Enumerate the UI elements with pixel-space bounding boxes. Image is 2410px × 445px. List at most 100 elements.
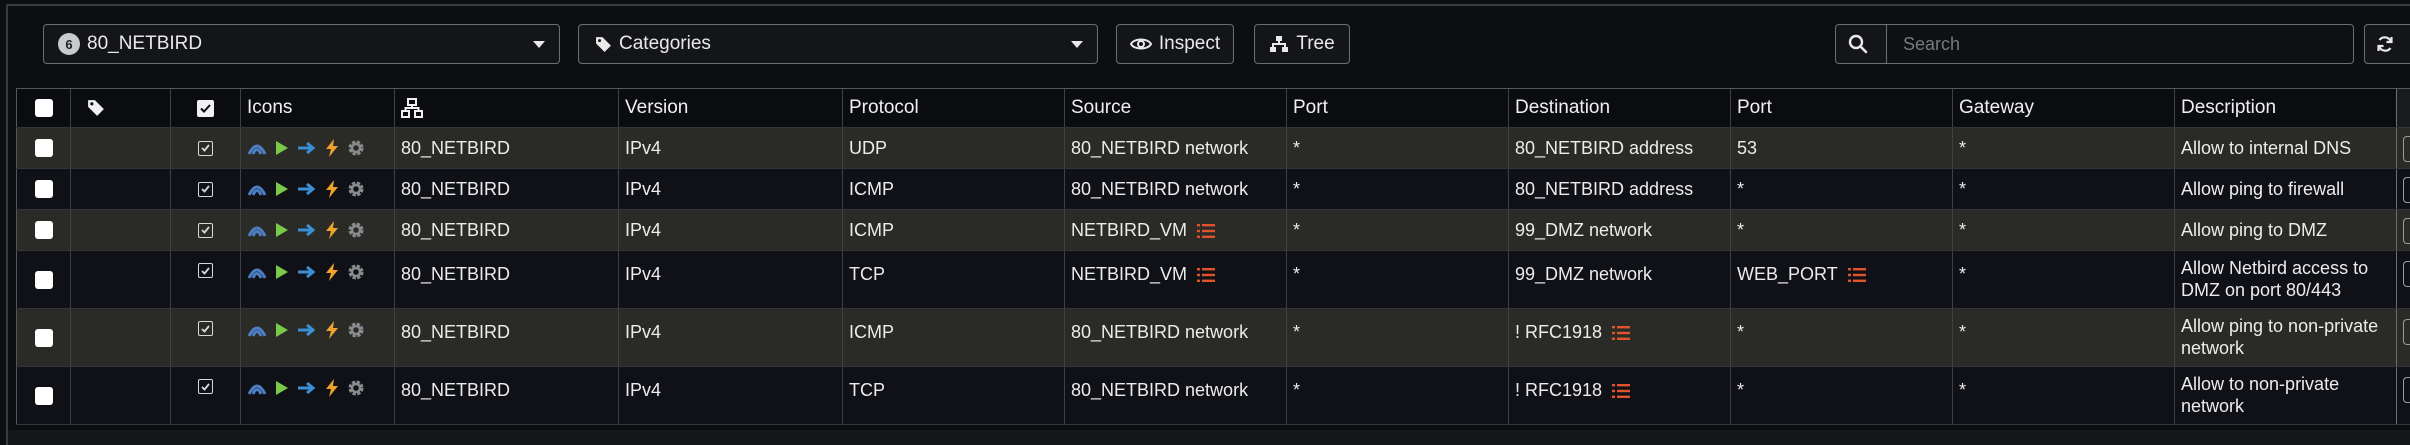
table-row[interactable]: 80_NETBIRD IPv4 TCP NETBIRD_VM * 99_DMZ … [16,251,2410,309]
row-action-button[interactable] [2403,261,2410,287]
header-category-cell [70,89,170,127]
row-interface-text: 80_NETBIRD [401,322,511,342]
chevron-down-icon [1071,41,1083,48]
play-icon[interactable] [275,322,289,338]
table-row[interactable]: 80_NETBIRD IPv4 TCP 80_NETBIRD network *… [16,367,2410,425]
header-select-cell [16,89,70,127]
header-dest-port[interactable]: Port [1730,89,1952,127]
enabled-checkbox[interactable] [198,321,213,336]
row-description: Allow to internal DNS [2174,128,2396,168]
header-destination[interactable]: Destination [1508,89,1730,127]
header-source-port[interactable]: Port [1286,89,1508,127]
header-version[interactable]: Version [618,89,842,127]
refresh-button[interactable] [2364,24,2410,64]
select-all-checkbox[interactable] [34,99,53,117]
row-select-cell [16,251,70,308]
row-source-port: * [1286,210,1508,250]
row-actions-cell [2396,309,2410,366]
row-select-checkbox[interactable] [34,221,53,239]
row-gateway: * [1952,251,2174,308]
tree-button[interactable]: Tree [1254,24,1350,64]
row-icons-cell [240,367,394,424]
row-version-text: IPv4 [625,264,662,284]
row-icons-cell [240,251,394,308]
search-input[interactable] [1886,24,2354,64]
alias-list-icon[interactable] [1612,325,1631,341]
row-action-button[interactable] [2403,377,2410,403]
enabled-checkbox[interactable] [198,140,213,156]
row-actions-cell [2396,169,2410,209]
row-source-text: 80_NETBIRD network [1071,178,1249,199]
header-icons[interactable]: Icons [240,89,394,127]
row-protocol: ICMP [842,309,1064,366]
gear-icon [348,322,364,338]
interface-select[interactable]: 6 80_NETBIRD [43,24,560,64]
gear-icon [348,264,364,280]
table-row[interactable]: 80_NETBIRD IPv4 ICMP 80_NETBIRD network … [16,309,2410,367]
enabled-checkbox[interactable] [198,263,213,278]
bolt-icon [326,180,338,198]
header-gateway[interactable]: Gateway [1952,89,2174,127]
row-source-port-text: * [1293,322,1301,342]
inspect-button[interactable]: Inspect [1116,24,1234,64]
play-icon[interactable] [275,181,289,197]
row-actions-cell [2396,367,2410,424]
row-select-checkbox[interactable] [34,328,53,347]
row-select-checkbox[interactable] [34,270,53,289]
alias-list-icon[interactable] [1612,383,1631,399]
row-destination: ! RFC1918 [1508,367,1730,424]
play-icon[interactable] [275,380,289,396]
row-enabled-cell [170,128,240,168]
row-icons-cell [240,210,394,250]
header-interface-cell[interactable] [394,89,618,127]
row-interface-text: 80_NETBIRD [401,264,511,284]
row-dest-port: 53 [1730,128,1952,168]
row-dest-port-text: WEB_PORT [1737,264,1838,284]
row-source-text: NETBIRD_VM [1071,264,1188,284]
row-select-checkbox[interactable] [34,139,53,157]
row-action-button[interactable] [2403,177,2410,203]
row-destination-text: 80_NETBIRD address [1515,137,1694,158]
row-select-checkbox[interactable] [34,180,53,198]
row-protocol-text: TCP [849,264,885,284]
row-version: IPv4 [618,210,842,250]
table-row[interactable]: 80_NETBIRD IPv4 ICMP 80_NETBIRD network … [16,169,2410,210]
bolt-icon [326,139,338,157]
table-row[interactable]: 80_NETBIRD IPv4 ICMP NETBIRD_VM * 99_DMZ… [16,210,2410,251]
categories-select[interactable]: Categories [578,24,1098,64]
enabled-checkbox[interactable] [198,181,213,197]
row-enabled-cell [170,367,240,424]
row-action-button[interactable] [2403,136,2410,162]
row-select-cell [16,128,70,168]
header-description[interactable]: Description [2174,89,2396,127]
row-select-cell [16,309,70,366]
row-version: IPv4 [618,128,842,168]
chevron-down-icon [533,41,545,48]
row-dest-port-text: * [1737,322,1745,342]
alias-list-icon[interactable] [1197,267,1216,283]
row-category-cell [70,210,170,250]
arrow-right-icon [298,381,316,395]
enabled-checkbox[interactable] [198,222,213,238]
alias-list-icon[interactable] [1197,223,1216,239]
row-source-text: 80_NETBIRD network [1071,322,1249,342]
row-destination: 99_DMZ network [1508,251,1730,308]
play-icon[interactable] [275,222,289,238]
row-source: NETBIRD_VM [1064,210,1286,250]
alias-list-icon[interactable] [1847,267,1866,283]
gear-icon [348,140,364,156]
enabled-checkbox[interactable] [198,379,213,394]
row-action-button[interactable] [2403,218,2410,244]
table-row[interactable]: 80_NETBIRD IPv4 UDP 80_NETBIRD network *… [16,128,2410,169]
row-action-button[interactable] [2403,319,2410,345]
header-source[interactable]: Source [1064,89,1286,127]
header-protocol[interactable]: Protocol [842,89,1064,127]
row-destination: 80_NETBIRD address [1508,169,1730,209]
play-icon[interactable] [275,264,289,280]
search-button[interactable] [1835,24,1887,64]
row-gateway-text: * [1959,322,1967,342]
row-source: 80_NETBIRD network [1064,169,1286,209]
play-icon[interactable] [275,140,289,156]
row-version: IPv4 [618,169,842,209]
row-select-checkbox[interactable] [34,386,53,405]
